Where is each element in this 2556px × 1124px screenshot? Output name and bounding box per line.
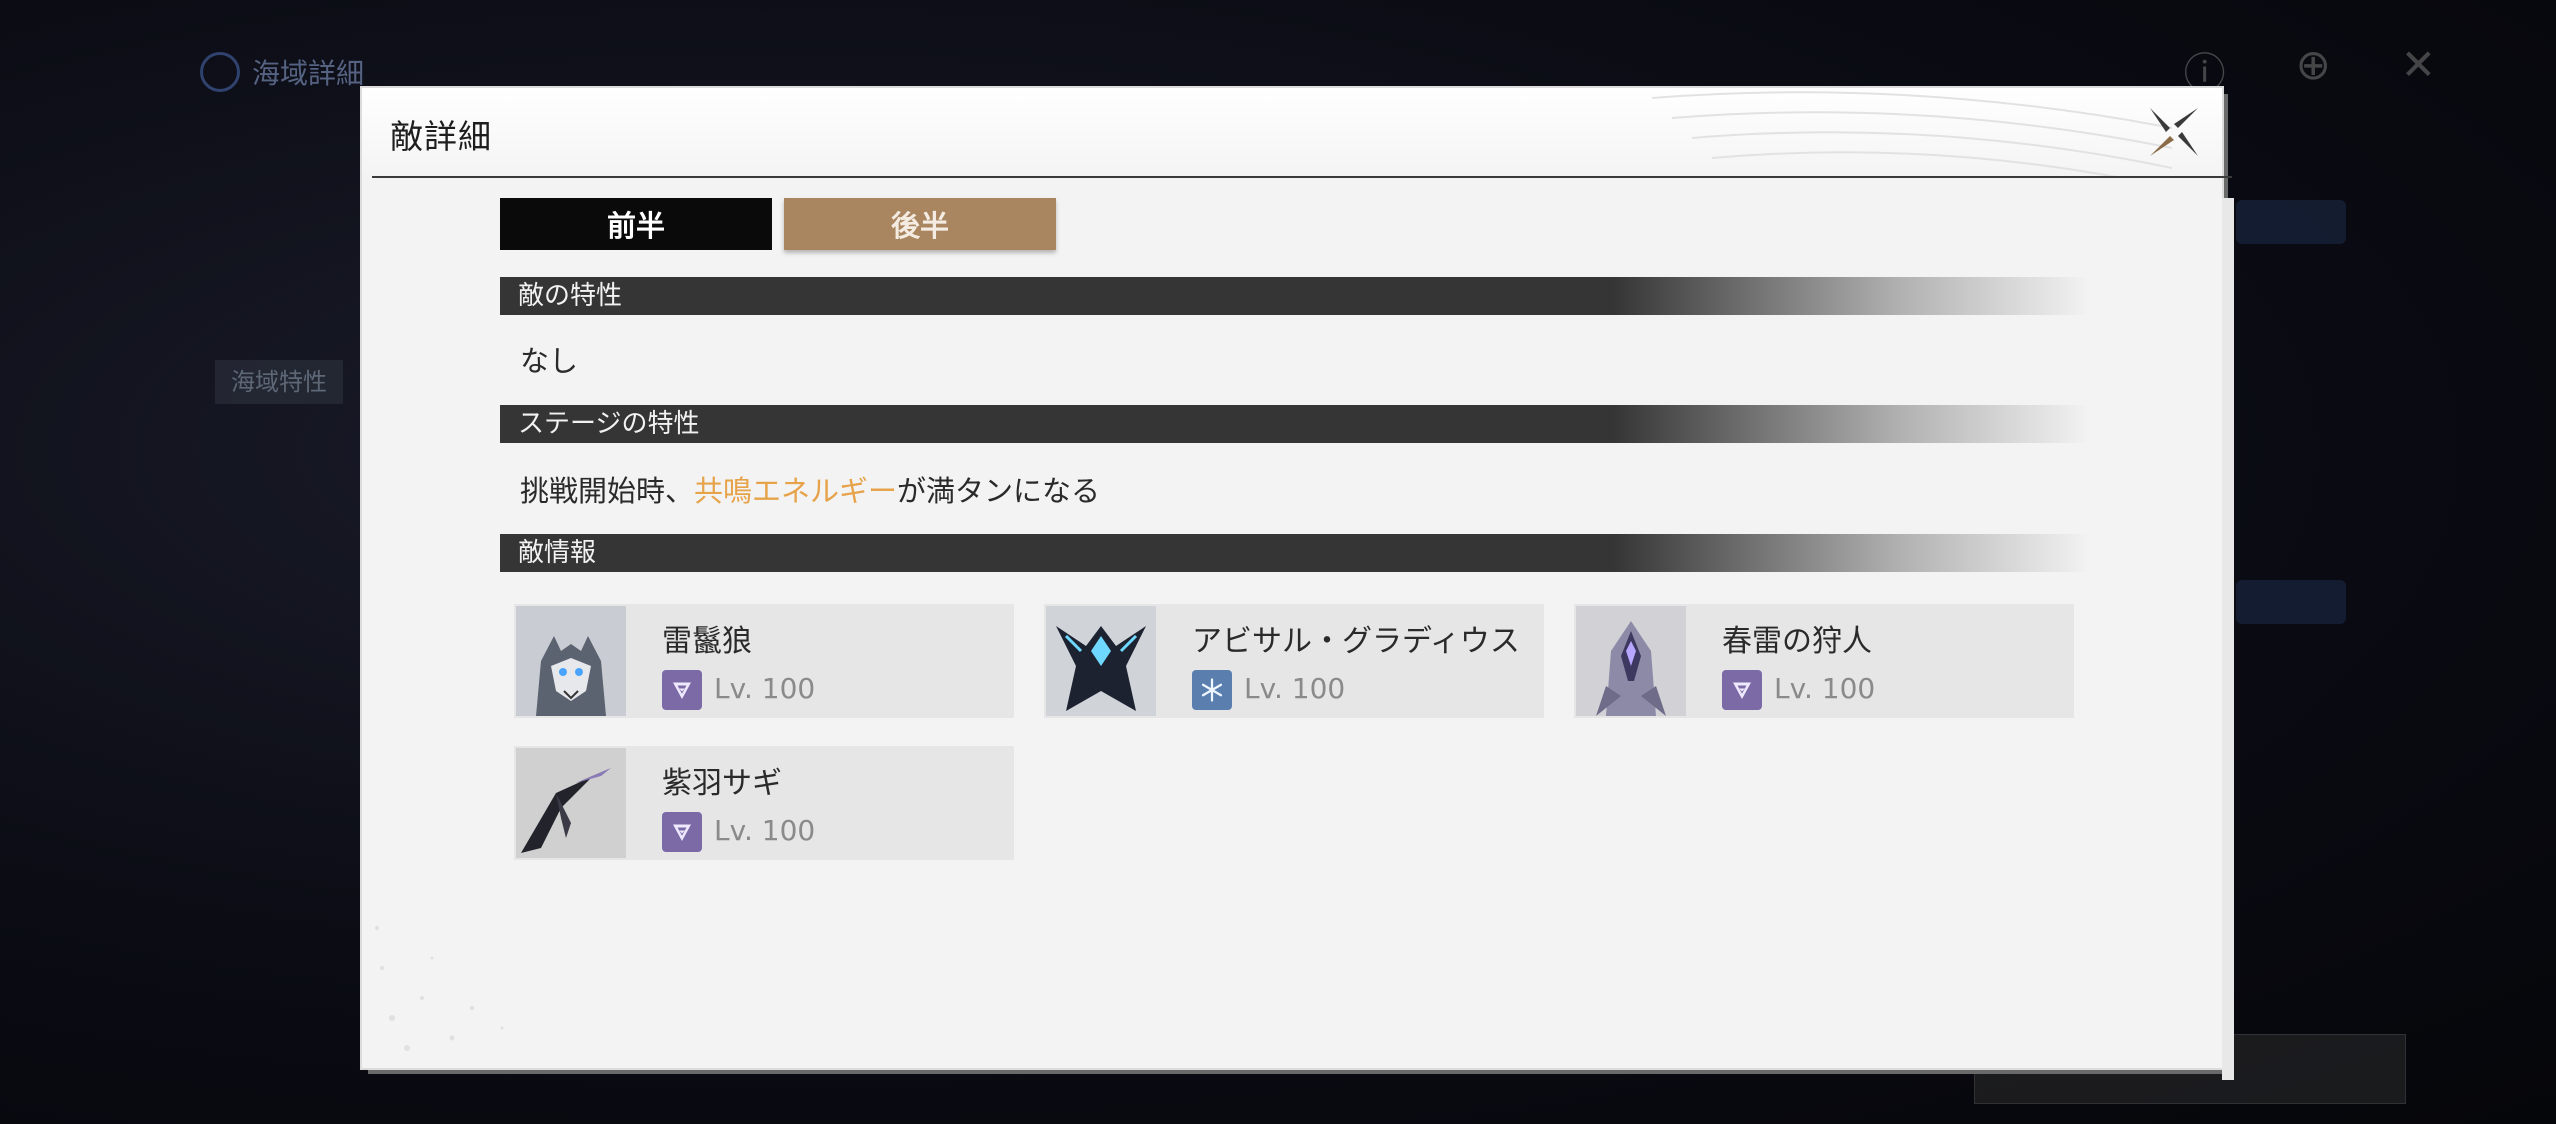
electro-icon	[1722, 670, 1762, 710]
background-badge	[2236, 580, 2346, 624]
stage-traits-highlight: 共鳴エネルギー	[694, 474, 898, 508]
enemy-card[interactable]: 春雷の狩人 Lv. 100	[1574, 604, 2074, 718]
header-divider	[372, 176, 2232, 178]
tab-second-half[interactable]: 後半	[784, 198, 1056, 250]
enemy-level: Lv. 100	[714, 672, 816, 705]
game-logo-icon	[200, 52, 240, 92]
close-icon	[2150, 108, 2198, 156]
target-icon: ⊕	[2295, 40, 2331, 89]
enemy-card[interactable]: 雷鬣狼 Lv. 100	[514, 604, 1014, 718]
enemy-traits-text: なし	[520, 344, 579, 378]
enemy-card[interactable]: 紫羽サギ Lv. 100	[514, 746, 1014, 860]
half-tabs: 前半 後半	[500, 198, 1056, 250]
enemy-level: Lv. 100	[714, 814, 816, 847]
enemy-portrait-spring-thunder-hunter	[1576, 606, 1686, 716]
enemy-name: アビサル・グラディウス	[1192, 624, 1520, 659]
tab-first-half[interactable]: 前半	[500, 198, 772, 250]
electro-icon	[662, 812, 702, 852]
modal-header: 敵詳細	[362, 88, 2222, 176]
enemy-name: 紫羽サギ	[662, 766, 782, 801]
enemy-level: Lv. 100	[1774, 672, 1876, 705]
modal-title: 敵詳細	[390, 117, 492, 156]
stage-traits-text-part: 挑戦開始時、	[520, 474, 695, 508]
header-decoration	[1652, 91, 2172, 176]
enemy-name: 雷鬣狼	[662, 624, 752, 659]
background-badge	[2236, 200, 2346, 244]
background-header: 海域詳細	[200, 52, 364, 92]
section-header-enemy-traits: 敵の特性	[500, 277, 2090, 315]
background-tag: 海域特性	[215, 360, 343, 404]
enemy-portrait-violet-feathered-heron	[516, 748, 626, 858]
glacio-icon	[1192, 670, 1232, 710]
enemy-portrait-abyssal-gladius	[1046, 606, 1156, 716]
stage-traits-text-part: が満タンになる	[897, 474, 1101, 508]
enemy-level: Lv. 100	[1244, 672, 1346, 705]
section-header-stage-traits: ステージの特性	[500, 405, 2090, 443]
close-x-icon: ✕	[2400, 40, 2436, 89]
stage-traits-text: 挑戦開始時、共鳴エネルギーが満タンになる	[520, 468, 1100, 510]
enemy-card[interactable]: アビサル・グラディウス Lv. 100	[1044, 604, 1544, 718]
enemy-portrait-thunder-wolf	[516, 606, 626, 716]
enemy-detail-modal: 敵詳細 前半 後半 敵の特性 なし ステージの特性 挑戦開始時、共鳴エネルギーが…	[362, 88, 2234, 1080]
section-header-enemy-info: 敵情報	[500, 534, 2090, 572]
close-button[interactable]	[2144, 102, 2204, 162]
background-title: 海域詳細	[252, 57, 365, 90]
electro-icon	[662, 670, 702, 710]
enemy-name: 春雷の狩人	[1722, 624, 1872, 659]
